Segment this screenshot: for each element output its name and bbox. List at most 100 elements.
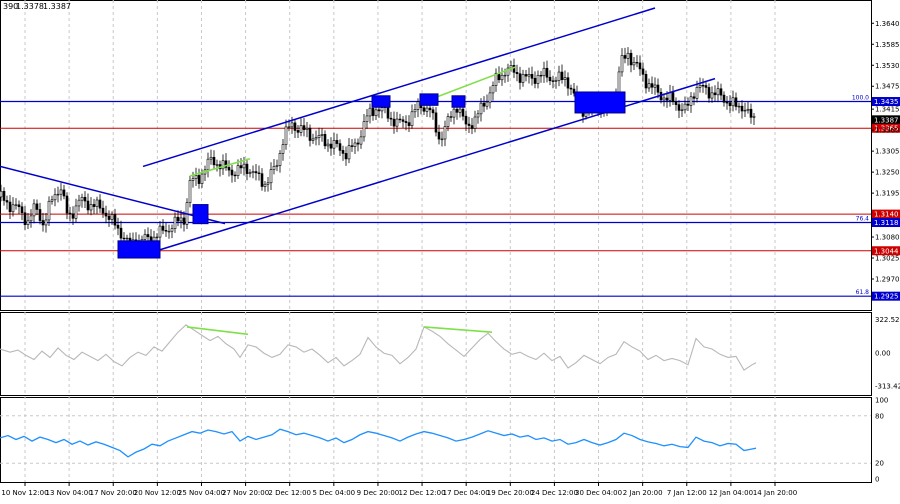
chart-overlays: [0, 7, 716, 259]
candle-body: [209, 156, 213, 160]
candle-body: [173, 216, 177, 229]
candle-body: [20, 206, 24, 214]
candle-body: [236, 165, 240, 176]
candle-body: [530, 73, 534, 79]
candle-body: [56, 193, 60, 196]
candle-body: [260, 173, 264, 187]
candle-body: [434, 112, 438, 133]
candle-body: [719, 88, 723, 96]
y-tick-label: 1.3305: [875, 148, 900, 156]
candle-body: [446, 116, 450, 127]
signal-box: [419, 93, 439, 106]
candle-body: [143, 234, 147, 240]
candle-body: [452, 108, 456, 118]
candle-body: [647, 83, 651, 89]
candle-body: [323, 134, 327, 147]
candle-body: [341, 150, 345, 154]
candle-body: [485, 101, 489, 107]
oscillator-y-label: 0.00: [875, 350, 891, 358]
candle-body: [212, 156, 216, 166]
candle-body: [686, 103, 690, 106]
candle-body: [617, 71, 621, 93]
candle-body: [404, 121, 408, 123]
candle-body: [44, 219, 48, 226]
candle-body: [716, 88, 720, 96]
candle-body: [206, 158, 210, 171]
candle-body: [230, 169, 234, 176]
candle-body: [368, 107, 372, 117]
y-tick-label: 1.3080: [875, 234, 900, 242]
candle-body: [722, 94, 726, 103]
candle-body: [269, 169, 273, 184]
candle-body: [728, 102, 732, 107]
candle-body: [176, 216, 180, 222]
candle-body: [479, 102, 483, 115]
price-tag-label: 1.2925: [874, 293, 899, 301]
candle-body: [455, 108, 459, 113]
level-label: 100.0: [852, 95, 869, 102]
candle-body: [458, 108, 462, 113]
candle-body: [314, 137, 318, 140]
candle-body: [71, 213, 75, 219]
candle-body: [272, 166, 276, 170]
candle-body: [326, 143, 330, 147]
candle-body: [698, 84, 702, 88]
price-tag-label: 1.3387: [874, 116, 899, 124]
oscillator-y-label: -313.4221: [875, 383, 900, 391]
candle-body: [32, 203, 36, 217]
candle-body: [737, 105, 741, 108]
header-quote-a: 1.3378: [16, 2, 44, 11]
candle-body: [551, 80, 555, 82]
y-tick-label: 1.3415: [875, 106, 900, 114]
candle-body: [107, 215, 111, 220]
x-tick-label: 2 Jan 20:00: [623, 489, 663, 497]
oscillator-divergence-line: [186, 326, 249, 336]
candle-body: [275, 165, 279, 167]
candle-body: [122, 237, 126, 240]
signal-box: [192, 204, 209, 225]
candle-body: [422, 107, 426, 112]
candle-body: [743, 109, 747, 112]
candle-body: [491, 85, 495, 94]
candle-body: [347, 145, 351, 160]
candle-body: [83, 196, 87, 202]
candle-body: [473, 116, 477, 129]
candle-body: [26, 220, 30, 225]
candle-body: [77, 199, 81, 207]
candle-body: [410, 111, 414, 126]
candle-body: [188, 180, 192, 203]
candle-body: [524, 74, 528, 77]
candle-body: [713, 92, 717, 96]
candle-body: [566, 77, 570, 89]
candle-body: [437, 131, 441, 140]
candle-body: [470, 125, 474, 129]
x-tick-label: 19 Dec 20:00: [487, 489, 534, 497]
candle-body: [428, 107, 432, 111]
candle-body: [563, 77, 567, 80]
panel-frame-2: [0, 312, 872, 396]
candle-body: [395, 118, 399, 127]
candle-body: [407, 122, 411, 126]
candle-body: [542, 67, 546, 76]
x-tick-label: 7 Jan 12:00: [667, 489, 707, 497]
x-tick-label: 27 Nov 20:00: [222, 489, 269, 497]
candle-body: [293, 122, 297, 131]
price-tag-label: 1.3140: [874, 211, 899, 219]
candle-body: [416, 101, 420, 110]
candle-body: [101, 207, 105, 214]
rsi-y-label: 20: [875, 460, 884, 468]
candle-body: [449, 116, 453, 118]
horizontal-levels: 100.076.461.81.34351.33871.33651.31401.3…: [0, 95, 900, 301]
candle-body: [431, 109, 435, 114]
candle-body: [302, 125, 306, 130]
y-tick-label: 1.3195: [875, 190, 900, 198]
chart-svg: 100.076.461.81.34351.33871.33651.31401.3…: [0, 0, 900, 497]
header-quote-b: 1.3387: [43, 2, 71, 11]
candle-body: [266, 182, 270, 185]
candle-body: [386, 106, 390, 119]
candle-body: [725, 101, 729, 104]
candle-body: [164, 230, 168, 232]
candle-body: [50, 199, 54, 202]
candle-body: [125, 237, 129, 240]
x-tick-label: 9 Dec 20:00: [357, 489, 400, 497]
